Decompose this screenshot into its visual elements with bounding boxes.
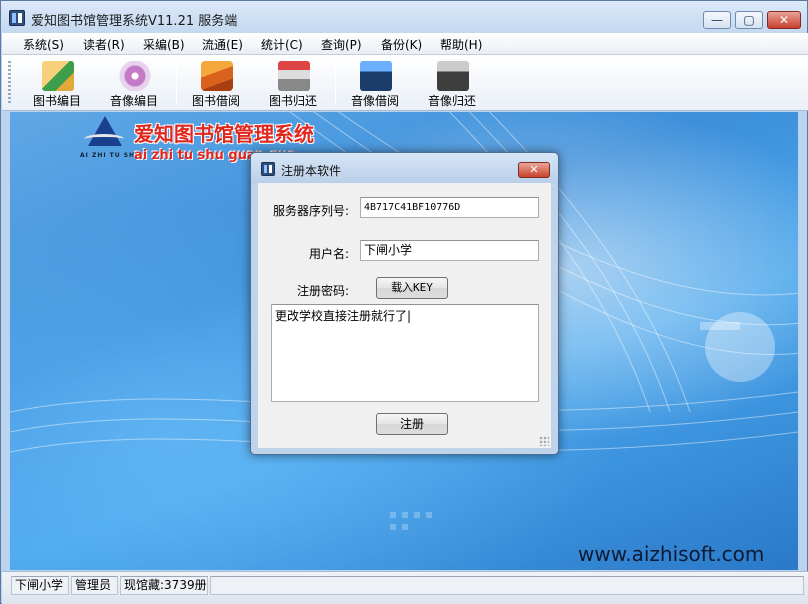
maximize-button[interactable]: ▢ — [735, 11, 763, 29]
menu-cataloging[interactable]: 采编(B) — [143, 36, 185, 53]
menu-statistics[interactable]: 统计(C) — [261, 36, 303, 53]
minimize-icon: — — [711, 13, 723, 27]
username-field[interactable]: 下闸小学 — [360, 240, 539, 261]
audio-catalog-label: 音像编目 — [109, 94, 158, 108]
audio-return-icon — [437, 61, 469, 91]
logo-icon — [82, 114, 128, 150]
menu-backup[interactable]: 备份(K) — [381, 36, 422, 53]
toolbar-separator — [335, 61, 336, 105]
book-catalog-icon — [42, 61, 74, 91]
register-key-label: 注册密码: — [297, 284, 350, 298]
book-return-label: 图书归还 — [268, 94, 317, 108]
serial-label: 服务器序列号: — [273, 204, 350, 218]
close-button[interactable]: ✕ — [767, 11, 801, 29]
register-button[interactable]: 注册 — [376, 413, 448, 435]
audio-lend-label: 音像借阅 — [350, 94, 399, 108]
status-empty — [210, 576, 804, 595]
menu-query[interactable]: 查询(P) — [321, 36, 362, 53]
audio-catalog-icon — [119, 61, 151, 91]
audio-catalog-button[interactable]: 音像编目 — [99, 57, 169, 109]
audio-lend-icon — [360, 61, 392, 91]
dialog-title-bar[interactable]: 注册本软件 ✕ — [251, 153, 558, 183]
serial-field[interactable]: 4B717C41BF10776D — [360, 197, 539, 218]
book-return-button[interactable]: 图书归还 — [258, 57, 328, 109]
book-lend-label: 图书借阅 — [191, 94, 240, 108]
load-key-button[interactable]: 载入KEY — [376, 277, 448, 299]
title-bar: 爱知图书馆管理系统V11.21 服务端 — ▢ ✕ — [1, 1, 807, 33]
logo-subtext: AI ZHI TU SHU — [80, 152, 141, 159]
window-title: 爱知图书馆管理系统V11.21 服务端 — [31, 14, 238, 29]
status-holdings: 现馆藏:3739册 — [120, 576, 208, 595]
register-key-textarea[interactable]: 更改学校直接注册就行了| — [271, 304, 539, 402]
status-bar: 下闸小学 管理员 现馆藏:3739册 — [2, 571, 808, 604]
book-return-icon — [278, 61, 310, 91]
audio-lend-button[interactable]: 音像借阅 — [340, 57, 410, 109]
audio-return-label: 音像归还 — [427, 94, 476, 108]
maximize-icon: ▢ — [743, 13, 755, 27]
username-label: 用户名: — [309, 247, 350, 261]
status-school: 下闸小学 — [11, 576, 69, 595]
dialog-close-button[interactable]: ✕ — [518, 162, 550, 178]
toolbar: 图书编目 音像编目 图书借阅 图书归还 音像借阅 音像归还 — [2, 55, 808, 111]
audio-return-button[interactable]: 音像归还 — [417, 57, 487, 109]
status-role: 管理员 — [71, 576, 118, 595]
minimize-button[interactable]: — — [703, 11, 731, 29]
book-catalog-label: 图书编目 — [32, 94, 81, 108]
menu-system[interactable]: 系统(S) — [23, 36, 64, 53]
resize-grip-icon[interactable] — [539, 436, 549, 446]
book-lend-button[interactable]: 图书借阅 — [181, 57, 251, 109]
website-watermark: www.aizhisoft.com — [578, 542, 765, 566]
menu-circulation[interactable]: 流通(E) — [202, 36, 243, 53]
menu-bar: 系统(S) 读者(R) 采编(B) 流通(E) 统计(C) 查询(P) 备份(K… — [2, 33, 808, 55]
dialog-app-icon — [261, 162, 275, 176]
close-icon: ✕ — [778, 13, 790, 27]
register-dialog: 注册本软件 ✕ 服务器序列号: 4B717C41BF10776D 用户名: 下闸… — [250, 152, 559, 455]
banner-title: 爱知图书馆管理系统 — [134, 122, 314, 146]
dialog-title: 注册本软件 — [281, 164, 342, 178]
app-icon — [9, 10, 25, 26]
main-window: 爱知图书馆管理系统V11.21 服务端 — ▢ ✕ 系统(S) 读者(R) 采编… — [0, 0, 808, 604]
book-catalog-button[interactable]: 图书编目 — [22, 57, 92, 109]
toolbar-grip[interactable] — [8, 61, 11, 105]
dialog-body: 服务器序列号: 4B717C41BF10776D 用户名: 下闸小学 注册密码:… — [258, 183, 551, 448]
menu-reader[interactable]: 读者(R) — [83, 36, 125, 53]
book-lend-icon — [201, 61, 233, 91]
menu-help[interactable]: 帮助(H) — [440, 36, 482, 53]
toolbar-separator — [176, 61, 177, 105]
